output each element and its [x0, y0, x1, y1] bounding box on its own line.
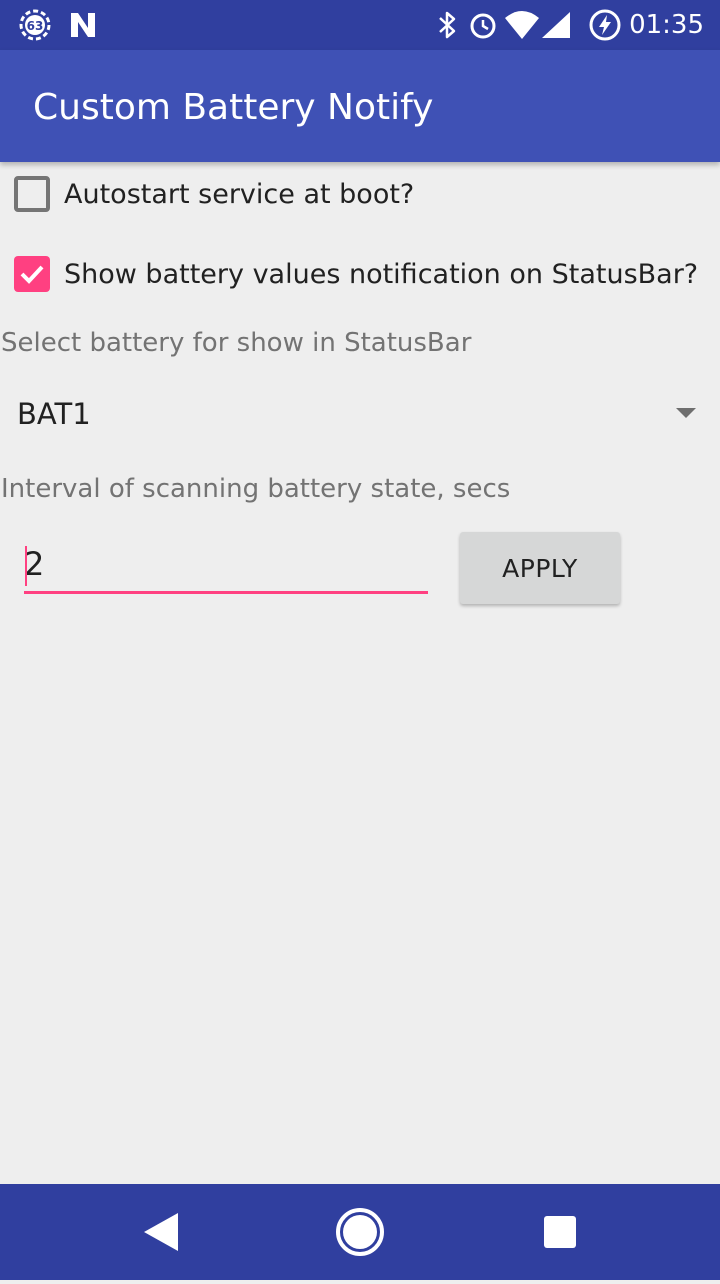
cell-signal-icon [540, 10, 572, 44]
app-bar: Custom Battery Notify [0, 50, 720, 162]
back-icon [144, 1213, 178, 1251]
interval-field-wrap[interactable] [24, 536, 428, 598]
recents-button[interactable] [500, 1184, 620, 1280]
notification-badge-count: 63 [27, 19, 44, 33]
interval-input[interactable] [24, 536, 428, 594]
interval-label: Interval of scanning battery state, secs [1, 474, 511, 504]
home-button[interactable] [300, 1184, 420, 1280]
autostart-label[interactable]: Autostart service at boot? [64, 178, 414, 212]
recents-icon [544, 1216, 576, 1248]
battery-select-label: Select battery for show in StatusBar [1, 328, 472, 358]
show-notification-checkbox-row[interactable]: Show battery values notification on Stat… [0, 244, 720, 304]
navigation-bar [0, 1184, 720, 1280]
app-title: Custom Battery Notify [33, 87, 434, 128]
battery-spinner-value: BAT1 [17, 397, 91, 431]
checkmark-icon [20, 265, 44, 284]
dropdown-arrow-icon [676, 408, 696, 418]
show-notification-checkbox[interactable] [14, 256, 50, 292]
status-time: 01:35 [629, 10, 704, 40]
home-icon [336, 1208, 384, 1256]
autostart-checkbox-row[interactable]: Autostart service at boot? [0, 164, 720, 224]
show-notification-label[interactable]: Show battery values notification on Stat… [64, 258, 698, 292]
n-app-icon [68, 11, 98, 43]
alarm-icon [467, 9, 499, 45]
status-bar: 63 01:35 [0, 0, 720, 50]
battery-charging-icon [588, 8, 622, 46]
battery-spinner[interactable]: BAT1 [0, 384, 720, 444]
back-button[interactable] [100, 1184, 220, 1280]
bluetooth-icon [436, 9, 460, 45]
autostart-checkbox[interactable] [14, 176, 50, 212]
notification-63-icon: 63 [18, 8, 52, 46]
text-cursor [25, 546, 27, 586]
apply-button[interactable]: APPLY [460, 532, 620, 604]
wifi-icon [504, 10, 540, 44]
